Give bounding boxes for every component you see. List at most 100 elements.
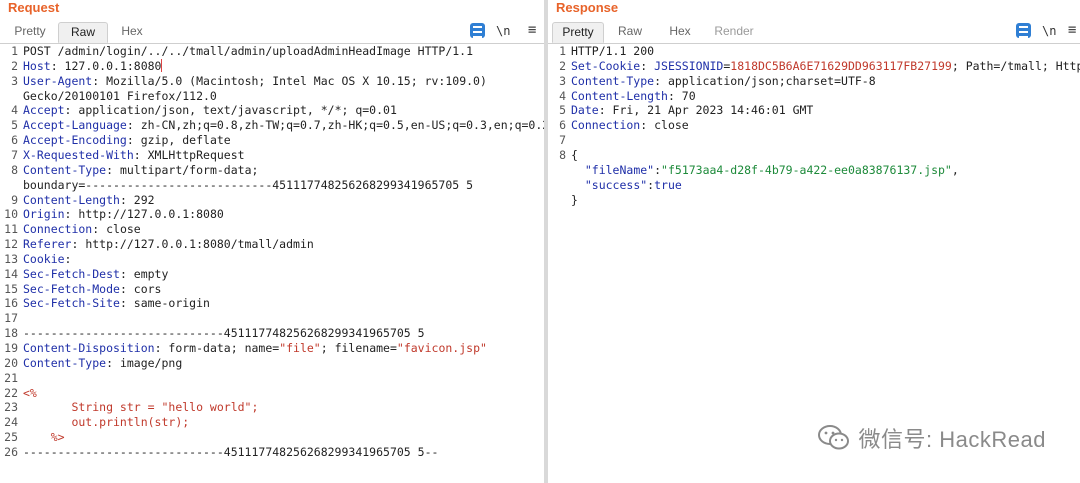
response-tab-hex[interactable]: Hex [660,22,700,43]
code-token: Sec-Fetch-Site [23,296,120,311]
line-code: Connection: close [571,118,689,133]
line-code: -----------------------------45111774825… [23,326,425,341]
line-code: } [571,193,578,208]
line-code: Connection: close [23,222,141,237]
code-token: : zh-CN,zh;q=0.8,zh-TW;q=0.7,zh-HK;q=0.5… [126,118,544,133]
line-code: Content-Length: 292 [23,193,155,208]
code-token: : http://127.0.0.1:8080/tmall/admin [71,237,314,252]
line-number: 8 [11,162,18,177]
line-number: 5 [559,103,566,118]
code-token: } [571,192,578,207]
request-wrap-toggle-icon[interactable] [470,23,485,38]
line-code: Date: Fri, 21 Apr 2023 14:46:01 GMT [571,103,813,118]
watermark-text: 微信号: HackRead [858,427,1046,452]
request-tab-pretty[interactable]: Pretty [6,22,54,43]
line-code: Host: 127.0.0.1:8080 [23,58,163,74]
code-token: : multipart/form-data; [106,162,259,177]
line-number: 14 [4,266,18,281]
code-token: -----------------------------45111774825… [23,326,425,341]
response-newline-toggle[interactable]: \n [1042,23,1056,39]
request-editor[interactable]: 1 POST /admin/login/../../tmall/admin/upl… [0,44,544,483]
line-code: Gecko/20100101 Firefox/112.0 [23,89,217,104]
watermark: 微信号: HackRead [817,423,1046,453]
code-token: String str = "hello world"; [23,400,259,415]
line-number: 23 [4,400,18,415]
request-tabbar: Pretty Raw Hex \n ≡ [0,18,544,44]
line-number: 4 [11,103,18,118]
code-token: Connection [23,222,93,237]
code-token: ; filename= [320,341,397,355]
text-caret [161,58,163,72]
line-number: 10 [4,207,18,222]
code-token: JSESSIONID [654,58,724,73]
line-number: 8 [559,147,566,162]
response-tab-raw[interactable]: Raw [610,22,650,43]
line-number: 16 [4,296,18,311]
response-menu-icon[interactable]: ≡ [1068,23,1076,39]
line-code: "success":true [571,178,682,193]
line-code: Sec-Fetch-Site: same-origin [23,296,210,311]
response-wrap-toggle-icon[interactable] [1016,23,1031,38]
line-number: 19 [4,341,18,355]
request-tab-raw[interactable]: Raw [58,22,108,43]
code-token: : application/json;charset=UTF-8 [654,73,876,88]
line-code: Sec-Fetch-Dest: empty [23,267,168,282]
code-token: Gecko/20100101 Firefox/112.0 [23,88,217,103]
code-token: Content-Type [571,73,655,88]
line-number: 1 [559,44,566,58]
response-tabbar: Pretty Raw Hex Render \n ≡ [548,18,1080,44]
code-token: : gzip, deflate [126,133,231,148]
line-number: 4 [559,88,566,103]
line-code: HTTP/1.1 200 [571,44,654,59]
request-newline-toggle[interactable]: \n [496,23,510,39]
line-code: Accept-Encoding: gzip, deflate [23,133,231,148]
code-token: Content-Type [23,355,107,370]
line-number: 21 [4,370,18,385]
line-code: String str = "hello world"; [23,400,258,415]
code-token: : form-data; name= [154,341,280,355]
code-token: User-Agent [23,73,93,88]
wechat-icon [817,425,849,450]
request-tab-hex[interactable]: Hex [112,22,152,43]
response-tab-render[interactable]: Render [708,22,760,43]
line-code: Content-Type: image/png [23,356,182,371]
code-token: : cors [119,281,162,296]
code-token: : Fri, 21 Apr 2023 14:46:01 GMT [598,103,814,118]
code-token: Connection [571,118,641,133]
line-number: 20 [4,355,18,370]
response-editor[interactable]: 1 HTTP/1.1 200 2 Set-Cookie: JSESSIONID=181… [548,44,1080,483]
code-token: : image/png [106,355,183,370]
line-number: 2 [559,58,566,73]
code-token: out.println(str); [23,415,190,430]
code-token: Set-Cookie [571,58,641,73]
line-number: 9 [11,192,18,207]
code-token: Content-Type [23,162,107,177]
line-number: 1 [11,44,18,58]
code-token: "file" [279,341,321,355]
code-token: { [571,147,578,162]
line-number: 6 [11,133,18,148]
line-number: 25 [4,430,18,445]
line-code: "fileName":"f5173aa4-d28f-4b79-a422-ee0a… [571,163,959,178]
code-token: Accept [23,103,65,118]
response-tab-pretty[interactable]: Pretty [552,22,604,43]
line-number: 3 [11,73,18,88]
line-code: User-Agent: Mozilla/5.0 (Macintosh; Inte… [23,74,487,89]
line-code: { [571,148,578,163]
code-token: : application/json, text/javascript, */*… [64,103,397,118]
line-code: X-Requested-With: XMLHttpRequest [23,148,245,163]
request-pane: Request Pretty Raw Hex \n ≡ 1 POST /admin… [0,0,544,483]
code-token: Date [571,103,599,118]
code-token: : Mozilla/5.0 (Macintosh; Intel Mac OS X… [92,73,487,88]
code-token: "success" [584,177,648,192]
code-token: Accept-Language [23,118,127,133]
line-code: %> [23,430,65,445]
code-token: Content-Disposition [23,341,155,355]
line-code: Referer: http://127.0.0.1:8080/tmall/adm… [23,237,314,252]
line-number: 7 [11,147,18,162]
code-token: HTTP/1.1 200 [571,44,655,58]
code-token: : [64,251,72,266]
line-number: 15 [4,281,18,296]
request-menu-icon[interactable]: ≡ [528,23,536,39]
code-token: : empty [119,266,169,281]
